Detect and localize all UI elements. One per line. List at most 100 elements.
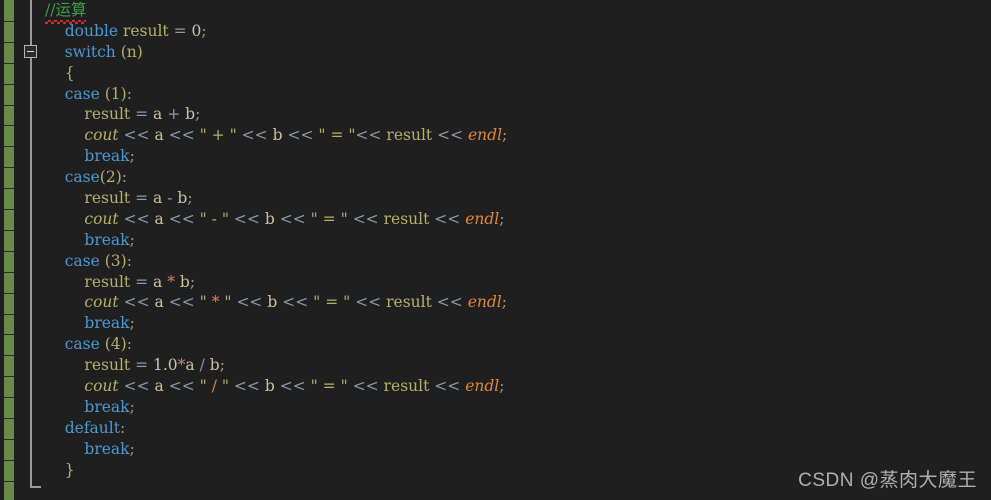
code-token: * <box>167 272 175 291</box>
change-bar-seam <box>4 418 14 419</box>
code-line[interactable]: double result = 0; <box>42 21 991 42</box>
code-line[interactable]: break; <box>42 397 991 418</box>
code-line[interactable]: result = a + b; <box>42 104 991 125</box>
code-line[interactable]: result = 1.0*a / b; <box>42 355 991 376</box>
code-token: result <box>383 209 430 228</box>
change-bar-seam <box>4 460 14 461</box>
code-token: " = " <box>310 377 348 396</box>
code-line[interactable]: break; <box>42 313 991 334</box>
code-token: result <box>386 126 433 145</box>
code-token: endl <box>467 293 502 312</box>
code-token: + <box>167 105 181 124</box>
code-token: << <box>236 293 263 312</box>
code-line[interactable]: break; <box>42 439 991 460</box>
code-token: a <box>153 189 163 208</box>
code-token: << <box>168 293 195 312</box>
code-line[interactable]: cout << a << " * " << b << " = " << resu… <box>42 292 991 313</box>
change-bar-seam <box>4 293 14 294</box>
collapse-toggle-icon[interactable] <box>24 45 37 58</box>
code-line[interactable]: switch (n) <box>42 42 991 63</box>
code-line[interactable]: case(2): <box>42 167 991 188</box>
code-token: = <box>135 189 149 208</box>
outlining-fold-column[interactable] <box>22 0 42 500</box>
code-token: b <box>264 209 275 228</box>
code-token: ; <box>129 230 135 249</box>
code-line[interactable]: cout << a << " - " << b << " = " << resu… <box>42 209 991 230</box>
code-line[interactable]: break; <box>42 146 991 167</box>
code-line[interactable]: { <box>42 63 991 84</box>
code-token: << <box>352 377 379 396</box>
code-token: break <box>84 147 130 166</box>
code-token: case <box>64 251 100 270</box>
code-token: a <box>185 356 195 375</box>
code-token: << <box>123 377 150 396</box>
code-token: << <box>352 209 379 228</box>
code-line[interactable]: break; <box>42 230 991 251</box>
code-token: << <box>233 209 260 228</box>
code-editor[interactable]: //运算 double result = 0; switch (n) { cas… <box>0 0 991 500</box>
code-text-area[interactable]: //运算 double result = 0; switch (n) { cas… <box>42 0 991 500</box>
code-token: } <box>64 460 75 479</box>
code-token: b <box>272 126 283 145</box>
code-token: double <box>64 21 119 40</box>
code-token: result <box>386 293 432 312</box>
change-bar-seam <box>4 167 14 168</box>
code-line[interactable]: case (4): <box>42 334 991 355</box>
change-bar-seam <box>4 376 14 377</box>
code-token: break <box>84 230 130 249</box>
code-token: ; <box>129 439 135 458</box>
code-token: default <box>64 418 120 437</box>
code-token: << <box>434 209 461 228</box>
code-line[interactable]: cout << a << " / " << b << " = " << resu… <box>42 376 991 397</box>
code-token: ; <box>499 377 505 396</box>
code-token: << <box>168 126 195 145</box>
code-token: : <box>126 84 132 103</box>
code-token: " - " <box>199 209 229 228</box>
change-bar-seam <box>4 439 14 440</box>
code-token: result <box>84 272 131 291</box>
code-token: << <box>437 126 464 145</box>
code-token: a <box>154 377 164 396</box>
code-token: result <box>84 356 131 375</box>
minus-glyph <box>27 51 34 52</box>
code-token: << <box>287 126 314 145</box>
code-line[interactable]: result = a * b; <box>42 272 991 293</box>
code-line[interactable]: cout << a << " + " << b << " = "<< resul… <box>42 125 991 146</box>
code-line[interactable]: //运算 <box>42 0 991 24</box>
code-token: b <box>177 189 188 208</box>
code-token: ; <box>201 21 207 40</box>
change-bar-seam <box>4 355 14 356</box>
code-token: b <box>209 356 220 375</box>
change-bar-seam <box>4 188 14 189</box>
code-line[interactable]: case (1): <box>42 84 991 105</box>
code-token: " <box>219 293 232 312</box>
code-token: = <box>173 21 187 40</box>
code-token: << <box>355 293 382 312</box>
code-line[interactable]: default: <box>42 418 991 439</box>
code-line[interactable]: case (3): <box>42 251 991 272</box>
change-bar-seam <box>4 42 14 43</box>
change-bar-seam <box>4 209 14 210</box>
code-token: (n) <box>120 42 143 61</box>
code-token: a <box>154 209 164 228</box>
code-token: switch <box>64 42 116 61</box>
code-token: << <box>282 293 309 312</box>
code-token: result <box>84 189 131 208</box>
code-token: " <box>199 377 212 396</box>
code-line[interactable]: result = a - b; <box>42 188 991 209</box>
change-bar-seam <box>4 230 14 231</box>
code-token: cout <box>84 126 119 145</box>
change-bar-seam <box>4 314 14 315</box>
code-token: 1.0 <box>153 356 178 375</box>
code-token: << <box>241 126 268 145</box>
code-token: << <box>434 377 461 396</box>
